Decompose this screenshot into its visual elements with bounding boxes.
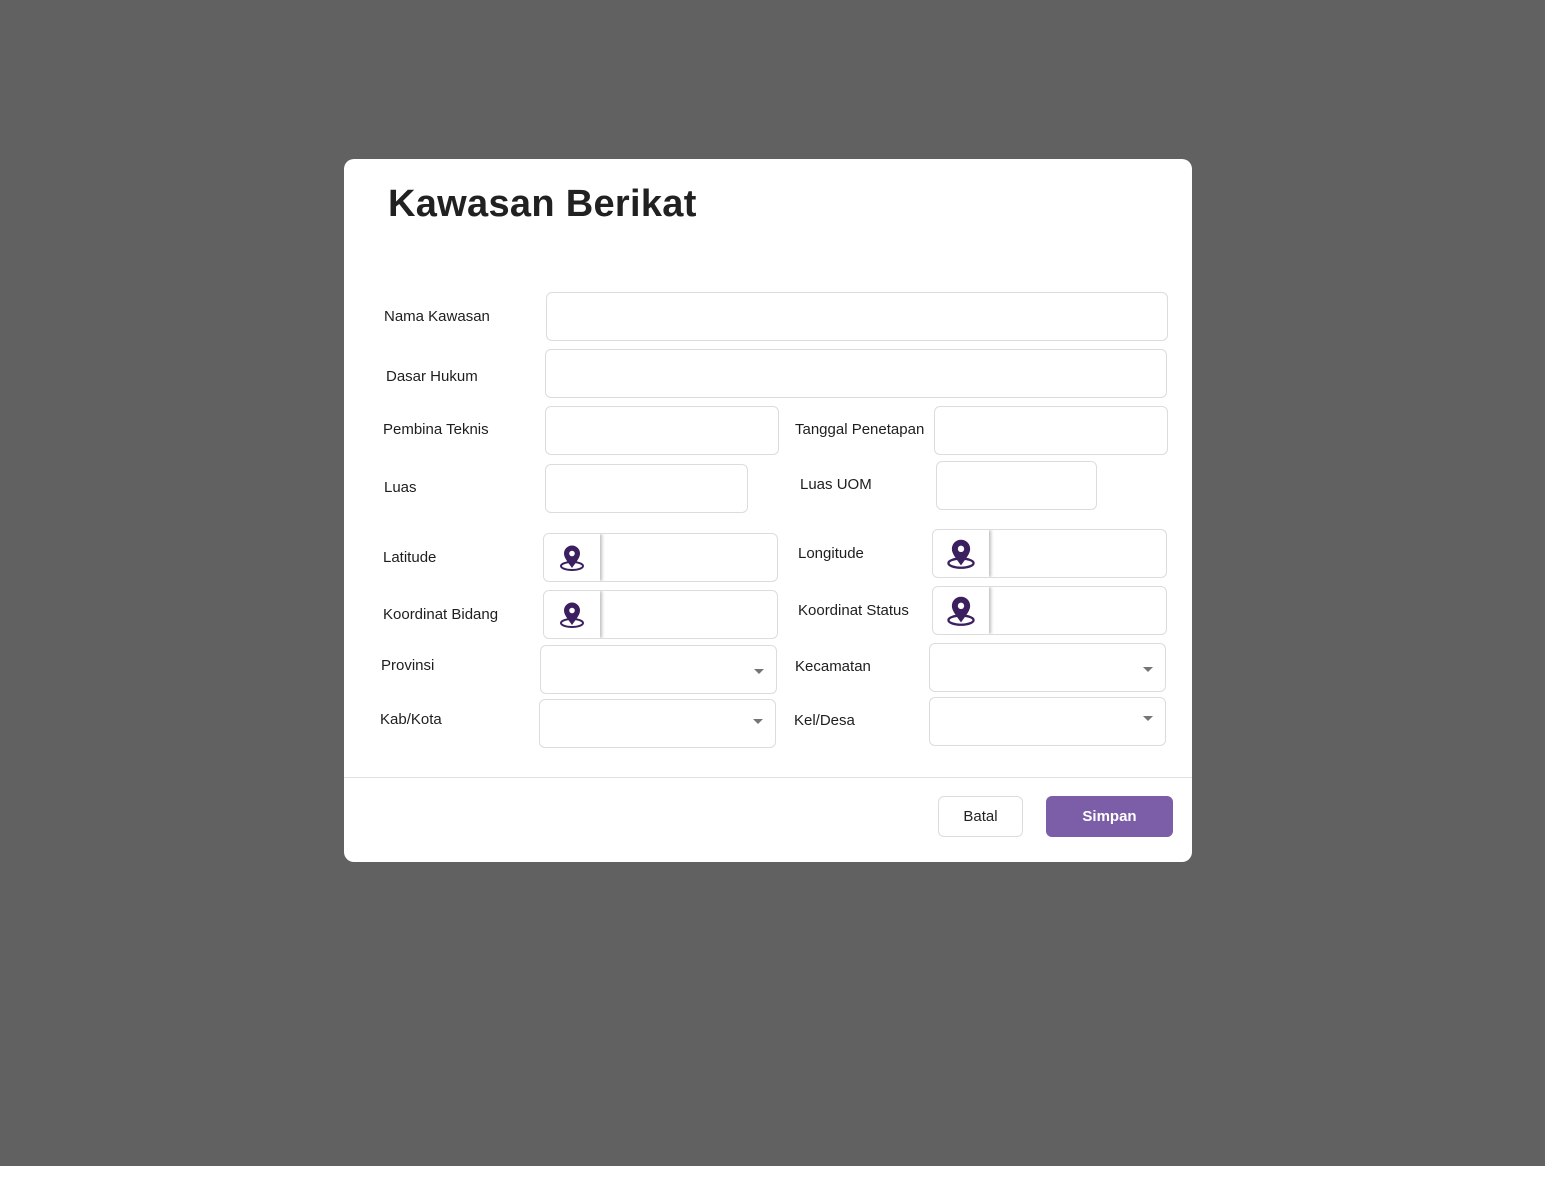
longitude-label: Longitude [798,545,864,562]
latitude-field [543,533,778,582]
dasar-hukum-input[interactable] [545,349,1167,398]
dasar-hukum-label: Dasar Hukum [386,368,478,385]
luas-label: Luas [384,479,417,496]
chevron-down-icon [754,669,764,674]
map-pin-icon[interactable] [933,587,989,634]
tanggal-penetapan-input[interactable] [934,406,1168,455]
latitude-label: Latitude [383,549,437,566]
nama-kawasan-input[interactable] [546,292,1168,341]
map-pin-icon[interactable] [544,591,600,638]
kab-kota-label: Kab/Kota [380,711,442,728]
koordinat-bidang-field [543,590,778,639]
chevron-down-icon [753,719,763,724]
luas-uom-input[interactable] [936,461,1097,510]
map-pin-icon[interactable] [933,530,989,577]
koordinat-status-input[interactable] [993,587,1166,634]
koordinat-bidang-label: Koordinat Bidang [383,606,499,623]
tanggal-penetapan-label: Tanggal Penetapan [795,421,925,438]
cancel-button[interactable]: Batal [938,796,1023,837]
kecamatan-select[interactable] [929,643,1166,692]
luas-input[interactable] [545,464,748,513]
provinsi-select[interactable] [540,645,777,694]
kecamatan-label: Kecamatan [795,658,871,675]
latitude-input[interactable] [604,534,777,581]
luas-uom-label: Luas UOM [800,476,872,493]
koordinat-bidang-input[interactable] [604,591,777,638]
provinsi-label: Provinsi [381,657,435,674]
chevron-down-icon [1143,716,1153,721]
pembina-teknis-label: Pembina Teknis [383,421,489,438]
kab-kota-select[interactable] [539,699,776,748]
longitude-field [932,529,1167,578]
dialog-title: Kawasan Berikat [388,183,697,225]
kel-desa-label: Kel/Desa [794,712,855,729]
save-button[interactable]: Simpan [1046,796,1173,837]
footer-divider [344,777,1192,778]
map-pin-icon[interactable] [544,534,600,581]
kawasan-berikat-dialog: Kawasan Berikat Nama Kawasan Dasar Hukum… [344,159,1192,862]
pembina-teknis-input[interactable] [545,406,779,455]
koordinat-status-label: Koordinat Status [798,602,909,619]
chevron-down-icon [1143,667,1153,672]
kel-desa-select[interactable] [929,697,1166,746]
nama-kawasan-label: Nama Kawasan [384,308,490,325]
koordinat-status-field [932,586,1167,635]
longitude-input[interactable] [993,530,1166,577]
